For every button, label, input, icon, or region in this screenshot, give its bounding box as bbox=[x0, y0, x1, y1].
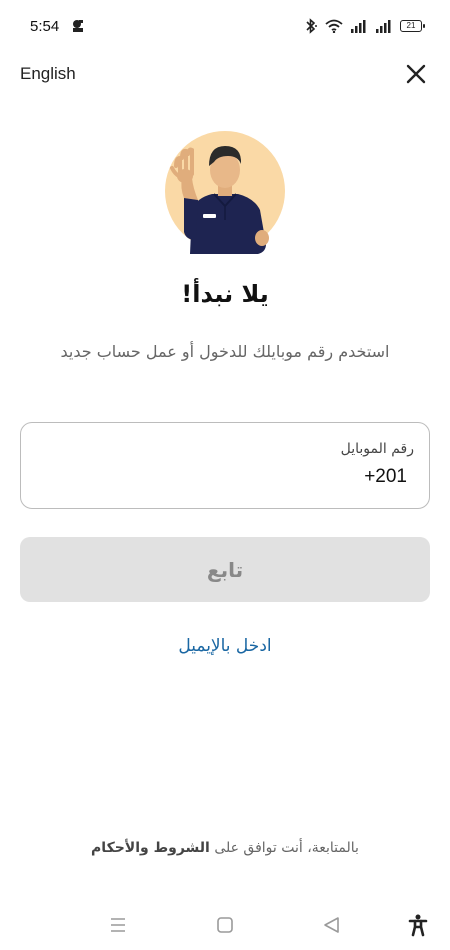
phone-number-field[interactable]: رقم الموبايل +201 bbox=[20, 422, 430, 509]
terms-prefix: بالمتابعة، أنت توافق على bbox=[214, 840, 359, 856]
waving-person-illustration bbox=[165, 131, 285, 254]
continue-button[interactable]: تابع bbox=[20, 537, 430, 602]
status-icons: 21 bbox=[304, 18, 425, 34]
page-title: يلا نبدأ! bbox=[181, 280, 269, 308]
language-switch-link[interactable]: English bbox=[20, 64, 76, 84]
signal-icon bbox=[376, 20, 391, 33]
app-notification-icon bbox=[73, 20, 83, 32]
terms-link[interactable]: الشروط والأحكام bbox=[91, 840, 210, 856]
system-nav-bar bbox=[0, 905, 450, 945]
accessibility-icon[interactable] bbox=[406, 913, 430, 937]
wifi-icon bbox=[325, 19, 343, 33]
close-icon[interactable] bbox=[404, 62, 428, 86]
signal-icon bbox=[351, 20, 366, 33]
phone-field-label: رقم الموبايل bbox=[340, 441, 414, 457]
phone-field-value[interactable]: +201 bbox=[364, 466, 407, 488]
email-login-link[interactable]: ادخل بالإيميل bbox=[0, 636, 450, 656]
menu-icon[interactable] bbox=[106, 913, 130, 937]
status-bar: 5:54 21 bbox=[0, 0, 450, 56]
back-triangle-icon[interactable] bbox=[320, 913, 344, 937]
battery-icon: 21 bbox=[400, 20, 425, 32]
terms-notice: بالمتابعة، أنت توافق على الشروط والأحكام bbox=[0, 840, 450, 856]
bluetooth-icon bbox=[306, 18, 317, 34]
home-square-icon[interactable] bbox=[213, 913, 237, 937]
status-time: 5:54 bbox=[30, 18, 60, 35]
page-subtitle: استخدم رقم موبايلك للدخول أو عمل حساب جد… bbox=[60, 342, 390, 361]
